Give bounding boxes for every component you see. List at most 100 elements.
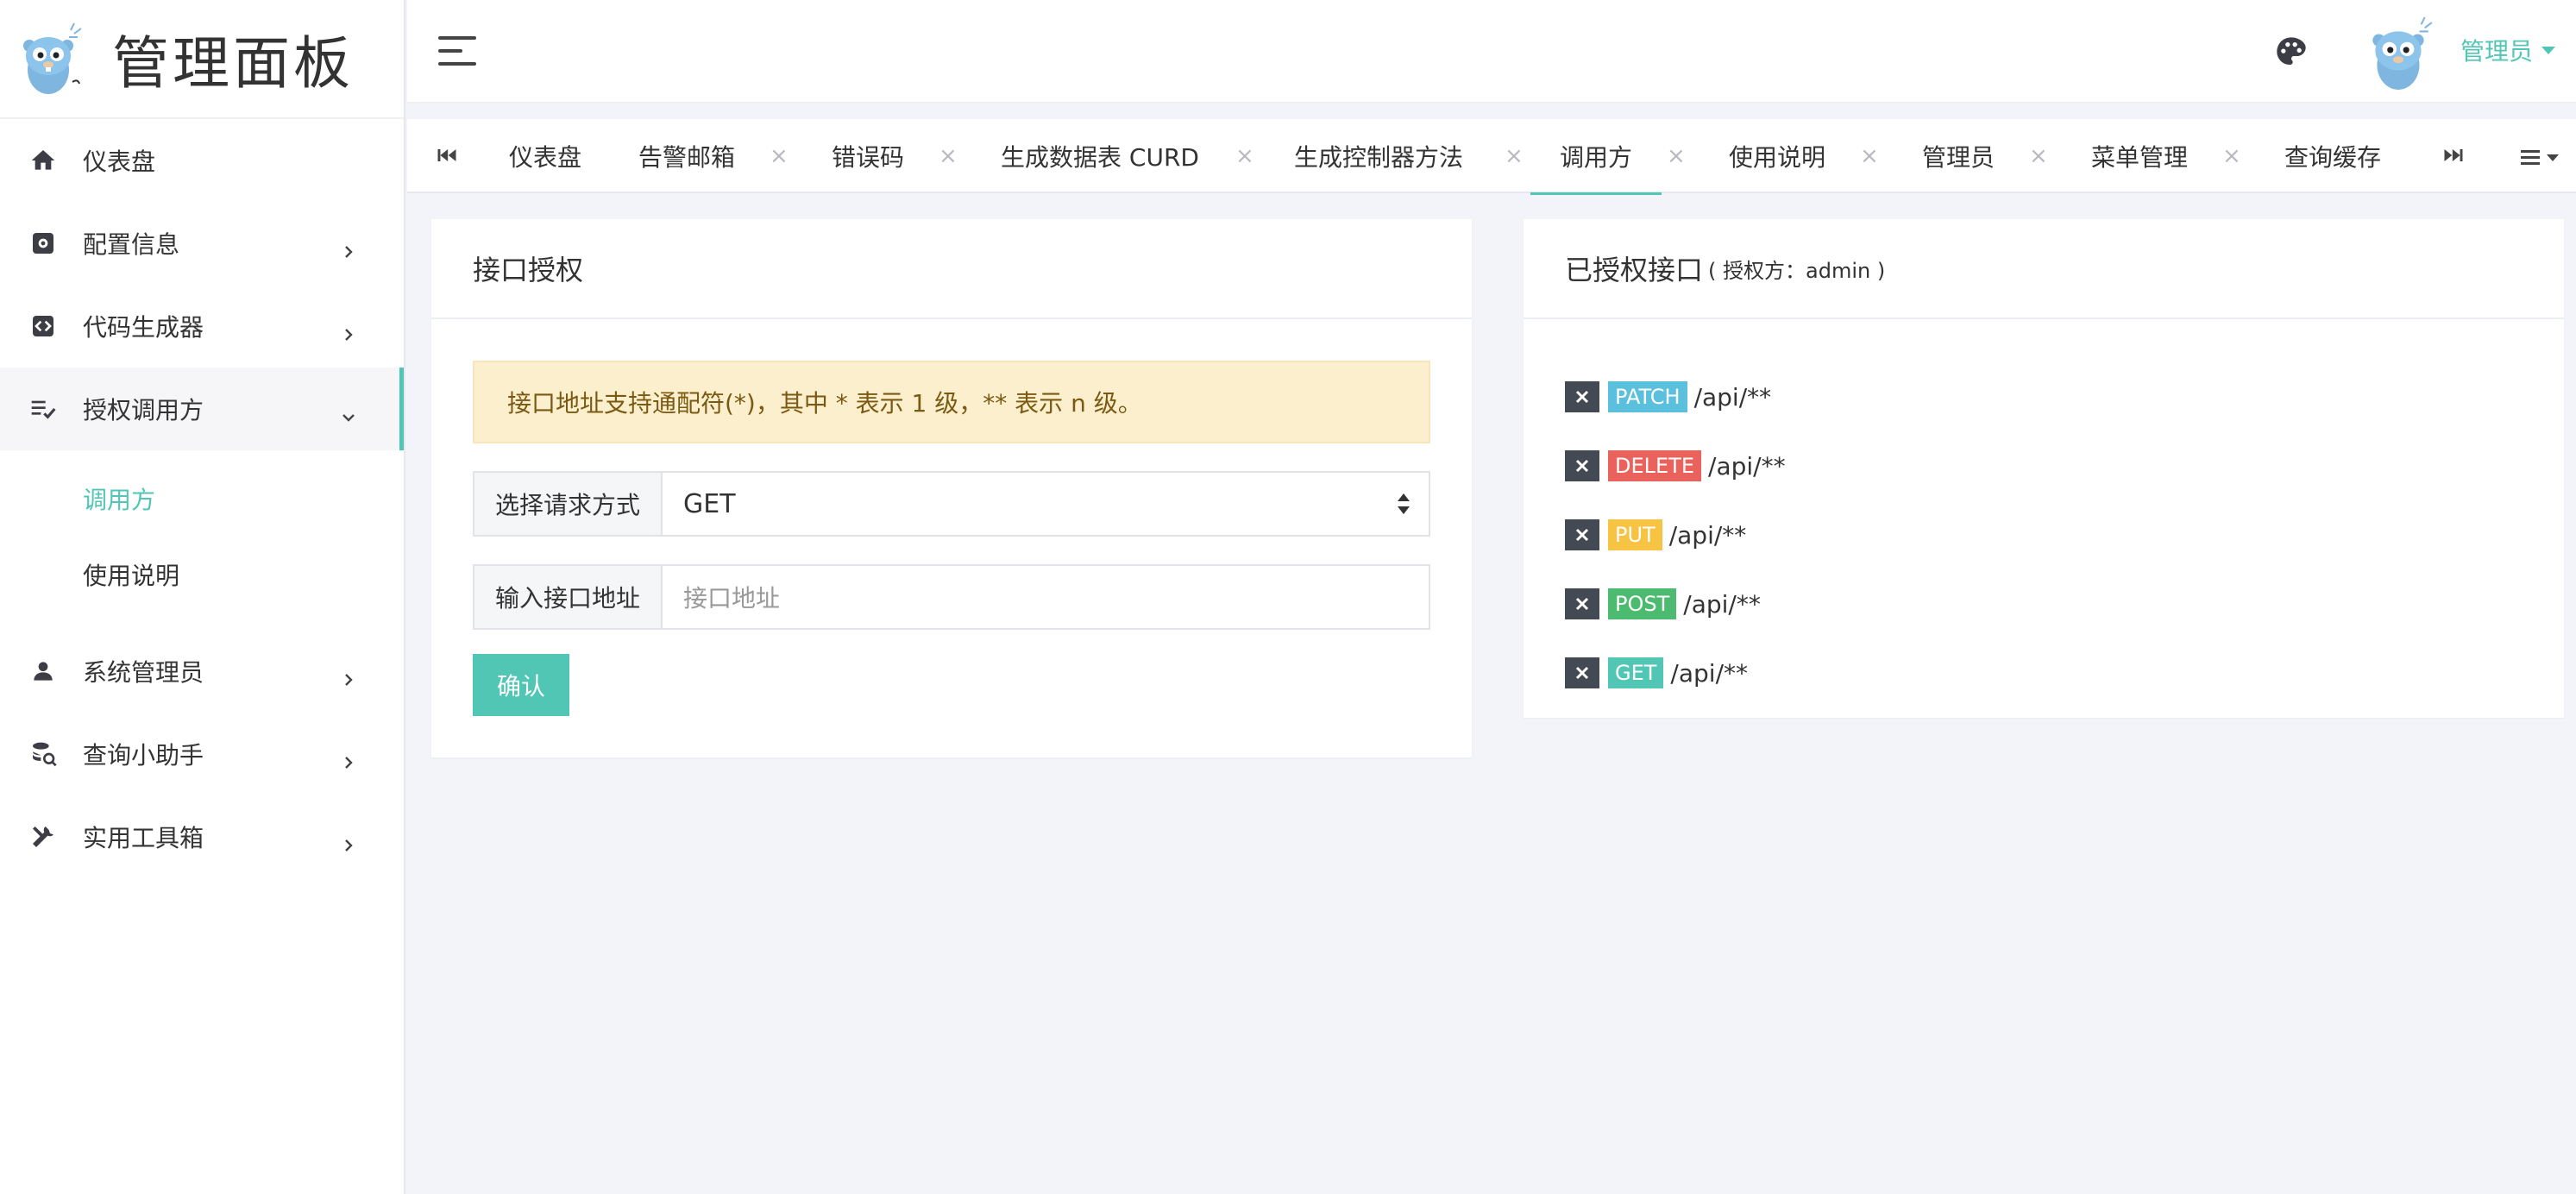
tab-close-icon[interactable]: × [1667,143,1686,169]
sidebar-item-label: 查询小助手 [83,741,204,770]
path-input-row: 输入接口地址 接口地址 [473,564,1430,630]
sidebar-menu: 仪表盘 配置信息 代码生成器 授权调用方 调用方 使用说明 系统管理员 查询小助… [0,119,404,878]
home-icon [28,145,59,176]
api-authorize-card: 接口授权 接口地址支持通配符(*)，其中 * 表示 1 级，** 表示 n 级。… [431,219,1472,757]
method-badge: DELETE [1608,450,1702,481]
submenu-authorized-callers: 调用方 使用说明 [0,450,404,630]
tab-gen-curd[interactable]: 生成数据表 CURD × [1001,119,1254,193]
user-icon [28,656,59,687]
authorized-api-list: PATCH /api/** DELETE /api/** PUT /api/**… [1565,362,1786,707]
select-arrows-icon [1398,493,1410,514]
tab-close-icon[interactable]: × [2029,143,2048,169]
list-item: POST /api/** [1565,569,1786,638]
brand-title: 管理面板 [112,30,354,97]
tab-menu-manage[interactable]: 菜单管理 × [2091,119,2241,193]
tab-admins[interactable]: 管理员 × [1922,119,2048,193]
card-title: 接口授权 [431,219,1472,319]
sidebar-item-query-helper[interactable]: 查询小助手 [0,713,404,795]
tab-gen-controller[interactable]: 生成控制器方法 × [1294,119,1524,193]
tab-query-cache[interactable]: 查询缓存 [2284,119,2381,193]
path-input-label: 输入接口地址 [474,566,663,628]
tab-close-icon[interactable]: × [2222,143,2241,169]
caret-down-icon [2547,154,2559,161]
remove-api-button[interactable] [1565,381,1599,412]
sidebar-item-toolbox[interactable]: 实用工具箱 [0,795,404,878]
card-title: 已授权接口 [1565,254,1704,286]
chevron-right-icon [342,236,355,258]
caret-down-icon [2541,46,2556,54]
method-badge: POST [1608,588,1677,619]
tab-instructions[interactable]: 使用说明 × [1729,119,1879,193]
sidebar-item-label: 系统管理员 [83,658,204,687]
top-header: 管理员 [407,0,2576,104]
tab-close-icon[interactable]: × [1860,143,1879,169]
remove-api-button[interactable] [1565,519,1599,550]
wildcard-hint-alert: 接口地址支持通配符(*)，其中 * 表示 1 级，** 表示 n 级。 [473,361,1430,443]
sidebar-item-authorized-callers[interactable]: 授权调用方 [0,368,404,450]
tab-callers[interactable]: 调用方 × [1530,119,1686,195]
method-badge: GET [1608,657,1664,688]
sidebar-item-codegen[interactable]: 代码生成器 [0,285,404,368]
list-item: PATCH /api/** [1565,362,1786,431]
chevron-right-icon [342,319,355,341]
chevron-down-icon [342,402,355,422]
chevron-right-icon [342,664,355,686]
code-icon [28,311,59,342]
api-path: /api/** [1670,658,1748,688]
tab-alert-mail[interactable]: 告警邮箱 × [638,119,789,193]
sidebar-item-label: 授权调用方 [83,396,204,424]
list-item: GET /api/** [1565,638,1786,707]
api-path: /api/** [1683,589,1761,619]
remove-api-button[interactable] [1565,588,1599,619]
card-header: 已授权接口 ( 授权方：admin ) [1524,219,2564,319]
tab-close-icon[interactable]: × [1235,143,1254,169]
method-select[interactable]: GET [663,473,1429,535]
close-icon [1575,666,1589,680]
sidebar-item-label: 配置信息 [83,230,180,259]
list-icon [2521,147,2540,168]
tab-close-icon[interactable]: × [770,143,789,169]
tabs-scroll-left-icon[interactable] [435,143,462,171]
submenu-item-instructions[interactable]: 使用说明 [0,537,404,613]
sidebar-item-label: 仪表盘 [83,148,156,176]
sidebar-item-admins[interactable]: 系统管理员 [0,630,404,713]
authorized-apis-card: 已授权接口 ( 授权方：admin ) PATCH /api/** DELETE… [1524,219,2564,718]
menu-toggle-icon[interactable] [438,36,476,66]
sidebar: 管理面板 仪表盘 配置信息 代码生成器 授权调用方 调用方 使用说明 系统管理员… [0,0,405,1194]
tab-close-icon[interactable]: × [1505,143,1524,169]
sidebar-item-label: 代码生成器 [83,313,204,342]
cog-icon [28,228,59,259]
sidebar-item-dashboard[interactable]: 仪表盘 [0,119,404,202]
database-search-icon [28,738,59,770]
card-subtitle: ( 授权方：admin ) [1708,258,1886,283]
api-path: /api/** [1668,520,1747,550]
brand[interactable]: 管理面板 [0,0,404,119]
avatar[interactable] [2366,16,2435,91]
list-check-icon [28,393,59,424]
close-icon [1575,597,1589,611]
sidebar-item-config[interactable]: 配置信息 [0,202,404,285]
path-input[interactable]: 接口地址 [663,566,1429,628]
method-select-value: GET [683,488,736,519]
user-name: 管理员 [2460,37,2534,66]
user-menu[interactable]: 管理员 [2460,33,2556,67]
tabs-bar: 仪表盘 告警邮箱 × 错误码 × 生成数据表 CURD × 生成控制器方法 × … [407,119,2576,195]
tab-error-codes[interactable]: 错误码 × [832,119,958,193]
close-icon [1575,528,1589,542]
api-path: /api/** [1693,382,1772,412]
close-icon [1575,459,1589,473]
list-item: DELETE /api/** [1565,431,1786,500]
method-select-row: 选择请求方式 GET [473,471,1430,537]
palette-icon[interactable] [2274,35,2309,69]
submenu-item-callers[interactable]: 调用方 [0,461,404,537]
method-select-label: 选择请求方式 [474,473,663,535]
remove-api-button[interactable] [1565,657,1599,688]
confirm-button[interactable]: 确认 [473,654,569,716]
tabs-scroll-right-icon[interactable] [2441,143,2469,171]
remove-api-button[interactable] [1565,450,1599,481]
tab-dashboard[interactable]: 仪表盘 [509,119,581,193]
tools-icon [28,821,59,852]
tabs-options-menu[interactable] [2521,147,2559,168]
method-badge: PUT [1608,519,1662,550]
tab-close-icon[interactable]: × [939,143,958,169]
